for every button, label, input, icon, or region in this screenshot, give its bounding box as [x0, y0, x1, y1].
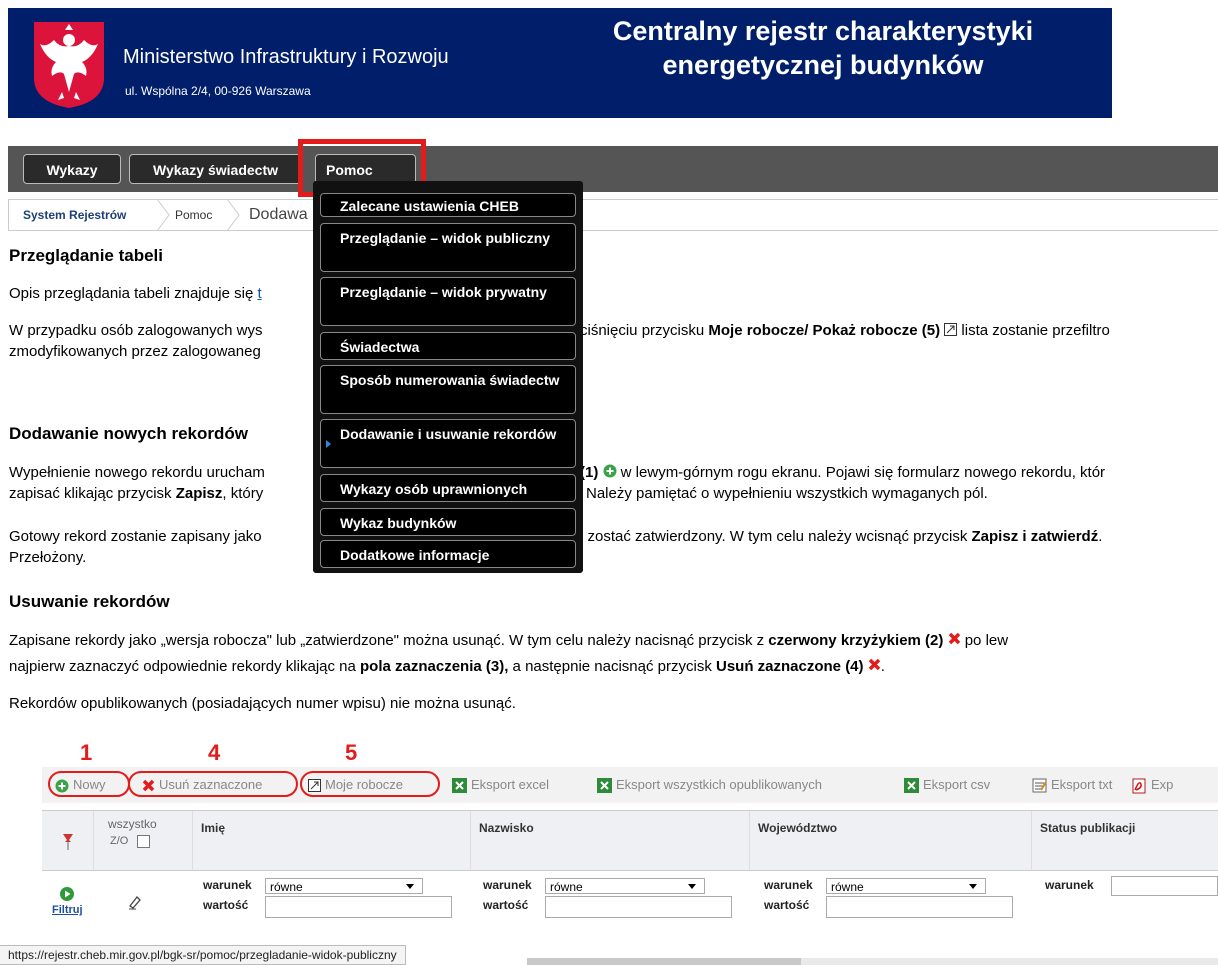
filter-nazwisko: warunek równe wartość [471, 872, 750, 959]
breadcrumb-separator-icon [156, 199, 170, 231]
chevron-down-icon [406, 884, 414, 889]
header-banner: Ministerstwo Infrastruktury i Rozwoju ul… [8, 8, 1112, 118]
value-input[interactable] [826, 896, 1013, 918]
value-input[interactable] [545, 896, 732, 918]
excel-icon [597, 778, 612, 794]
scrollbar-thumb[interactable] [527, 958, 801, 965]
condition-select[interactable]: równe [265, 878, 423, 894]
paragraph-browse-2b: ciśnięciu przycisku Moje robocze/ Pokaż … [580, 322, 1110, 339]
filter-link[interactable]: Filtruj [52, 904, 83, 916]
paragraph-add-3b: i zostać zatwierdzony. W tym celu należy… [580, 528, 1103, 545]
heading-delete: Usuwanie rekordów [9, 592, 170, 611]
paragraph-add-3a: Gotowy rekord zostanie zapisany jako [9, 528, 262, 545]
condition-select[interactable]: równe [545, 878, 705, 894]
excel-icon [904, 778, 919, 794]
select-all-label: wszystko [108, 817, 157, 831]
value-input[interactable] [265, 896, 452, 918]
export-csv-button[interactable]: Eksport csv [904, 777, 990, 794]
active-arrow-icon [326, 439, 331, 448]
menu-item-numerowanie[interactable]: Sposób numerowania świadectw [320, 365, 576, 414]
select-all-checkbox[interactable] [137, 835, 150, 848]
add-green-icon [603, 464, 617, 478]
pdf-icon [1132, 778, 1146, 794]
registry-title: Centralny rejestr charakterystyki energe… [612, 16, 1034, 80]
paragraph-delete-1: Zapisane rekordy jako „wersja robocza" l… [9, 632, 1009, 649]
menu-item-widok-publiczny[interactable]: Przeglądanie – widok publiczny [320, 223, 576, 272]
filter-status: warunek [1032, 872, 1218, 959]
export-all-published-button[interactable]: Eksport wszystkich opublikowanych [597, 777, 822, 794]
annotation-number: 4 [208, 740, 221, 765]
chevron-down-icon [969, 884, 977, 889]
ministry-name: Ministerstwo Infrastruktury i Rozwoju [123, 46, 449, 68]
main-navbar: Wykazy Wykazy świadectw Pomoc [8, 146, 1218, 192]
eagle-emblem-icon [24, 18, 114, 110]
browse-link[interactable]: t [258, 285, 262, 302]
menu-item-osoby-uprawnione[interactable]: Wykazy osób uprawnionych [320, 474, 576, 502]
annotation-number: 5 [345, 740, 358, 765]
breadcrumb-pomoc[interactable]: Pomoc [175, 200, 212, 230]
paragraph-delete-2: najpierw zaznaczyć odpowiednie rekordy k… [9, 658, 885, 675]
annotation-oval-delete [128, 771, 298, 797]
annotation-number: 1 [80, 740, 93, 765]
breadcrumb-separator-icon [226, 199, 240, 231]
grid-header-select-all: wszystko Z/O [94, 811, 193, 871]
breadcrumb-current: Dodawa [249, 206, 308, 223]
nav-wykazy-swiadectw[interactable]: Wykazy świadectw [129, 154, 302, 184]
excel-icon [452, 778, 467, 794]
menu-item-swiadectwa[interactable]: Świadectwa [320, 332, 576, 360]
annotation-oval-new [48, 771, 130, 797]
annotation-oval-drafts [300, 771, 440, 797]
status-bar-url: https://rejestr.cheb.mir.gov.pl/bgk-sr/p… [0, 945, 406, 965]
menu-item-widok-prywatny[interactable]: Przeglądanie – widok prywatny [320, 277, 576, 326]
menu-item-zalecane[interactable]: Zalecane ustawienia CHEB [320, 193, 576, 217]
grid-header-nazwisko[interactable]: Nazwisko [471, 811, 750, 871]
pomoc-dropdown-menu: Zalecane ustawienia CHEB Przeglądanie – … [313, 181, 583, 573]
zo-label: Z/O [110, 835, 129, 847]
export-excel-button[interactable]: Eksport excel [452, 777, 549, 794]
condition-select[interactable]: równe [826, 878, 986, 894]
paragraph-browse-1: Opis przeglądania tabeli znajduje się t [9, 285, 262, 302]
heading-browse: Przeglądanie tabeli [9, 246, 163, 265]
red-cross-icon [868, 658, 880, 671]
paragraph-delete-3: Rekordów opublikowanych (posiadających n… [9, 695, 516, 712]
paragraph-add-2b: Należy pamiętać o wypełnieniu wszystkich… [586, 485, 988, 502]
chevron-down-icon [688, 884, 696, 889]
grid-header-pin [42, 811, 94, 871]
paragraph-add-1a: Wypełnienie nowego rekordu urucham [9, 464, 265, 481]
paragraph-browse-3: zmodyfikowanych przez zalogowaneg [9, 343, 261, 360]
breadcrumb: System Rejestrów Pomoc Dodawa [8, 199, 1218, 231]
eraser-icon[interactable] [127, 894, 143, 910]
pin-icon [63, 834, 73, 850]
heading-add: Dodawanie nowych rekordów [9, 424, 248, 443]
grid-header-wojewodztwo[interactable]: Województwo [750, 811, 1032, 871]
export-pdf-button[interactable]: Exp [1132, 777, 1173, 794]
paragraph-add-2a: zapisać klikając przycisk Zapisz, który [9, 485, 264, 502]
records-grid: wszystko Z/O Imię Nazwisko Województwo S… [42, 810, 1218, 959]
my-drafts-icon [944, 323, 958, 336]
menu-item-wykaz-budynkow[interactable]: Wykaz budynków [320, 508, 576, 536]
grid-header-imie[interactable]: Imię [193, 811, 471, 871]
text-file-icon [1032, 778, 1047, 793]
paragraph-browse-2a: W przypadku osób zalogowanych wys [9, 322, 263, 339]
horizontal-scrollbar[interactable] [527, 958, 1218, 965]
menu-item-dodatkowe-informacje[interactable]: Dodatkowe informacje [320, 540, 576, 568]
nav-wykazy[interactable]: Wykazy [23, 154, 121, 184]
condition-select[interactable] [1111, 876, 1218, 896]
ministry-address: ul. Wspólna 2/4, 00-926 Warszawa [125, 84, 311, 98]
breadcrumb-system-rejestrow[interactable]: System Rejestrów [23, 200, 126, 230]
paragraph-add-4: Przełożony. [9, 549, 87, 566]
menu-item-dodawanie-usuwanie[interactable]: Dodawanie i usuwanie rekordów [320, 419, 576, 468]
filter-wojewodztwo: warunek równe wartość [750, 872, 1032, 959]
red-cross-icon [948, 632, 960, 645]
export-txt-button[interactable]: Eksport txt [1032, 777, 1112, 793]
play-filter-icon[interactable] [60, 887, 74, 901]
paragraph-add-1b: (1) w lewym-górnym rogu ekranu. Pojawi s… [580, 464, 1106, 481]
grid-header-status[interactable]: Status publikacji [1032, 811, 1218, 871]
